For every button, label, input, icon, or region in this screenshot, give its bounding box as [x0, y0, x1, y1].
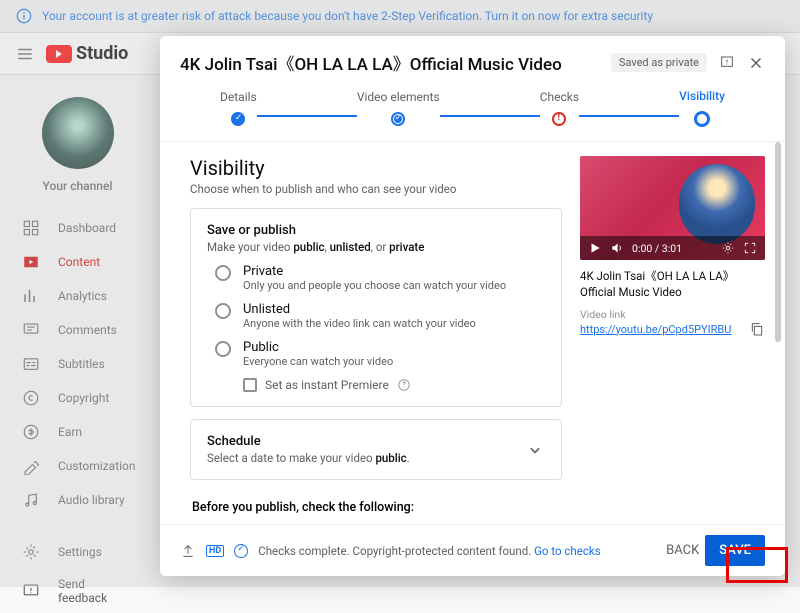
- sidebar-item-label: Customization: [58, 459, 136, 473]
- channel-label: Your channel: [0, 179, 155, 193]
- studio-logo[interactable]: Studio: [46, 43, 128, 64]
- sidebar-item-label: Dashboard: [58, 221, 116, 235]
- earn-icon: [22, 423, 40, 441]
- sidebar-item-customization[interactable]: Customization: [0, 449, 155, 483]
- channel-block[interactable]: Your channel: [0, 87, 155, 211]
- feedback-icon[interactable]: [719, 55, 735, 71]
- modal-title: 4K Jolin Tsai《OH LA LA LA》Official Music…: [180, 50, 562, 75]
- current-step-icon: [694, 111, 710, 127]
- avatar-icon: [42, 97, 114, 169]
- copy-icon[interactable]: [749, 321, 765, 337]
- fullscreen-icon[interactable]: [743, 241, 757, 255]
- sidebar-item-earn[interactable]: Earn: [0, 415, 155, 449]
- sidebar-item-label: Comments: [58, 323, 117, 337]
- copyright-icon: [22, 389, 40, 407]
- step-checks[interactable]: Checks: [540, 90, 579, 126]
- sidebar-item-label: Settings: [58, 545, 102, 559]
- radio-private[interactable]: PrivateOnly you and people you choose ca…: [215, 264, 545, 292]
- radio-icon: [215, 341, 231, 357]
- publish-card-title: Save or publish: [207, 223, 545, 238]
- step-visibility[interactable]: Visibility: [679, 89, 725, 127]
- dashboard-icon: [22, 219, 40, 237]
- settings-gear-icon[interactable]: [721, 241, 735, 255]
- alert-text: Your account is at greater risk of attac…: [42, 9, 653, 23]
- back-button[interactable]: BACK: [660, 535, 705, 566]
- video-upload-modal: 4K Jolin Tsai《OH LA LA LA》Official Music…: [160, 36, 785, 576]
- modal-footer: HD Checks complete. Copyright-protected …: [160, 524, 785, 576]
- sidebar-item-analytics[interactable]: Analytics: [0, 279, 155, 313]
- checkbox-icon: [243, 378, 257, 392]
- sidebar-item-label: Earn: [58, 425, 82, 439]
- warning-icon: [552, 112, 566, 126]
- radio-icon: [215, 265, 231, 281]
- save-button[interactable]: SAVE: [705, 535, 765, 566]
- sidebar-item-label: Subtitles: [58, 357, 105, 371]
- before-title: Before you publish, check the following:: [192, 500, 560, 515]
- sidebar-item-subtitles[interactable]: Subtitles: [0, 347, 155, 381]
- security-alert-banner[interactable]: Your account is at greater risk of attac…: [0, 0, 800, 33]
- sidebar-item-label: Copyright: [58, 391, 109, 405]
- sidebar: Your channel Dashboard Content Analytics…: [0, 75, 155, 613]
- schedule-sub: Select a date to make your video public.: [207, 451, 410, 465]
- upload-icon[interactable]: [180, 543, 196, 559]
- comments-icon: [22, 321, 40, 339]
- visibility-sub: Choose when to publish and who can see y…: [190, 182, 562, 196]
- play-icon[interactable]: [588, 241, 602, 255]
- publish-card: Save or publish Make your video public, …: [190, 208, 562, 407]
- scrollbar[interactable]: [775, 142, 781, 342]
- radio-icon: [215, 303, 231, 319]
- step-video-elements[interactable]: Video elements: [357, 90, 440, 126]
- stepper: Details Video elements Checks Visibility: [160, 85, 785, 142]
- gear-icon: [22, 543, 40, 561]
- check-icon: [234, 544, 248, 558]
- step-details[interactable]: Details: [220, 90, 257, 126]
- sidebar-item-audio-library[interactable]: Audio library: [0, 483, 155, 517]
- radio-unlisted[interactable]: UnlistedAnyone with the video link can w…: [215, 302, 545, 330]
- sidebar-item-content[interactable]: Content: [0, 245, 155, 279]
- hd-badge: HD: [206, 545, 224, 557]
- feedback-icon: [22, 582, 40, 600]
- sidebar-item-comments[interactable]: Comments: [0, 313, 155, 347]
- saved-badge: Saved as private: [611, 53, 707, 72]
- sidebar-item-dashboard[interactable]: Dashboard: [0, 211, 155, 245]
- info-icon: [16, 8, 32, 24]
- instant-premiere-checkbox[interactable]: Set as instant Premiere: [243, 378, 545, 392]
- sidebar-item-label: Analytics: [58, 289, 107, 303]
- schedule-card[interactable]: Schedule Select a date to make your vide…: [190, 419, 562, 480]
- video-time: 0:00 / 3:01: [632, 242, 682, 255]
- volume-icon[interactable]: [610, 241, 624, 255]
- publish-card-sub: Make your video public, unlisted, or pri…: [207, 240, 545, 254]
- sidebar-item-copyright[interactable]: Copyright: [0, 381, 155, 415]
- sidebar-item-label: Send feedback: [58, 577, 133, 605]
- analytics-icon: [22, 287, 40, 305]
- schedule-title: Schedule: [207, 434, 410, 449]
- video-preview[interactable]: 0:00 / 3:01: [580, 156, 765, 260]
- check-icon: [231, 112, 245, 126]
- before-publish-card: Before you publish, check the following:…: [190, 492, 562, 520]
- check-icon: [391, 112, 405, 126]
- audio-library-icon: [22, 491, 40, 509]
- video-link-label: Video link: [580, 308, 765, 321]
- content-icon: [22, 253, 40, 271]
- subtitles-icon: [22, 355, 40, 373]
- visibility-heading: Visibility: [190, 156, 562, 180]
- sidebar-item-send-feedback[interactable]: Send feedback: [0, 569, 155, 613]
- help-icon[interactable]: [397, 378, 411, 392]
- footer-status-text: Checks complete. Copyright-protected con…: [258, 544, 600, 558]
- sidebar-item-label: Audio library: [58, 493, 125, 507]
- radio-public[interactable]: PublicEveryone can watch your video: [215, 340, 545, 368]
- go-to-checks-link[interactable]: Go to checks: [534, 544, 601, 558]
- youtube-play-icon: [46, 45, 72, 63]
- customization-icon: [22, 457, 40, 475]
- video-link[interactable]: https://youtu.be/pCpd5PYIRBU: [580, 323, 731, 336]
- close-icon[interactable]: [747, 54, 765, 72]
- chevron-down-icon: [525, 440, 545, 460]
- sidebar-item-label: Content: [58, 255, 100, 269]
- preview-title: 4K Jolin Tsai《OH LA LA LA》Official Music…: [580, 268, 765, 300]
- sidebar-item-settings[interactable]: Settings: [0, 535, 155, 569]
- hamburger-icon[interactable]: [16, 45, 34, 63]
- brand-text: Studio: [76, 43, 128, 64]
